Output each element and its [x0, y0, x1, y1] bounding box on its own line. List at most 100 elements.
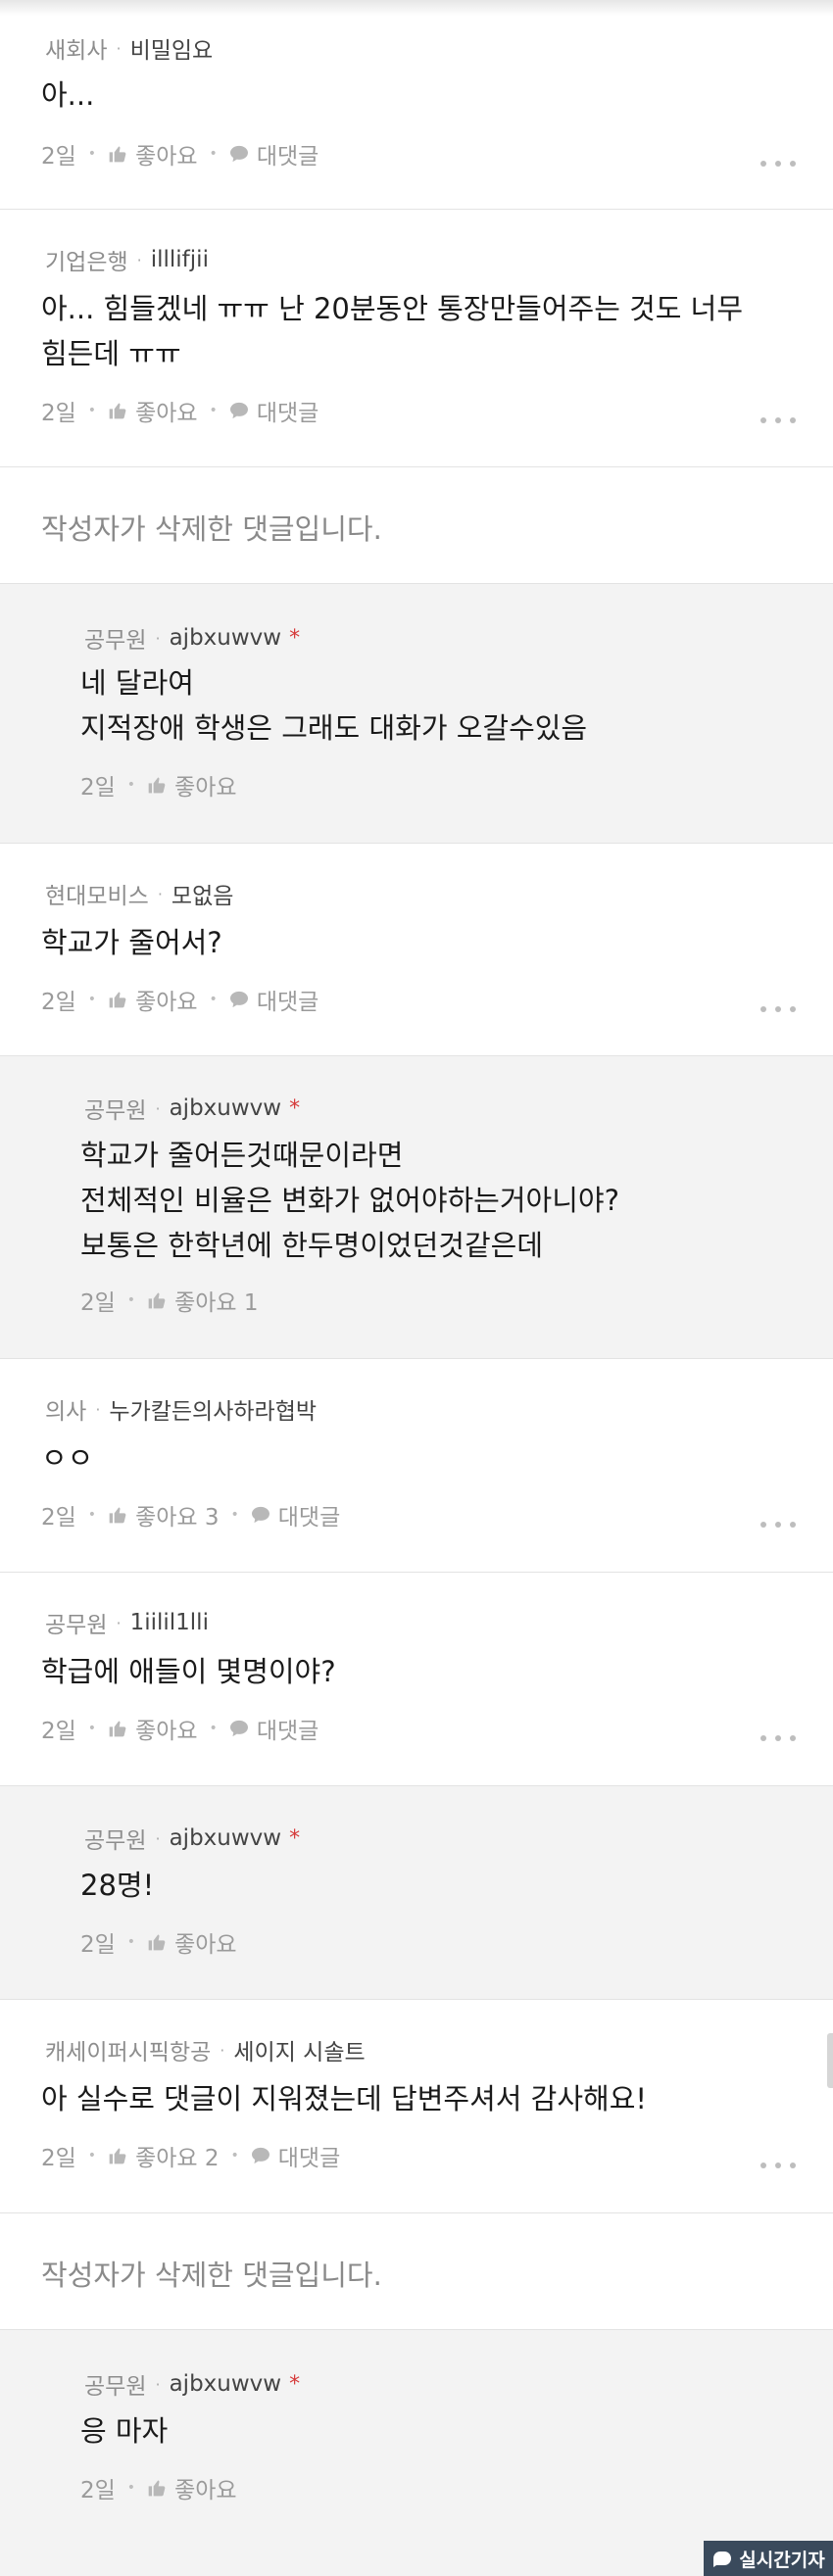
comment: 현대모비스 · 모없음 학교가 줄어서? 2일 • 좋아요 • 대댓글	[0, 844, 833, 1056]
comment-actions: 2일 • 좋아요 1	[80, 1284, 259, 1317]
reply-button[interactable]: 대댓글	[229, 983, 318, 1016]
comment-text: 아...	[41, 78, 95, 112]
author-star: *	[289, 625, 301, 651]
comment-meta: 현대모비스 · 모없음	[45, 877, 233, 910]
comment-text: 아 실수로 댓글이 지워졌는데 답변주셔서 감사해요!	[41, 2082, 647, 2115]
company-label: 현대모비스	[45, 884, 149, 909]
timestamp: 2일	[80, 1932, 116, 1958]
reply-comment: 공무원 · ajbxuwvw * 28명! 2일 • 좋아요	[0, 1786, 833, 2000]
company-label: 기업은행	[45, 250, 128, 275]
company-label: 새회사	[45, 38, 108, 64]
comment: 새회사 · 비밀임요 아... 2일 • 좋아요 • 대댓글	[0, 16, 833, 210]
thumbs-up-icon	[109, 992, 126, 1008]
timestamp: 2일	[41, 401, 76, 426]
thumbs-up-icon	[109, 2148, 126, 2164]
thumbs-up-icon	[109, 1721, 126, 1737]
nickname[interactable]: ajbxuwvw	[170, 625, 282, 651]
timestamp: 2일	[41, 1719, 76, 1744]
reply-comment: 공무원 · ajbxuwvw * 응 마자 2일 • 좋아요	[0, 2330, 833, 2576]
comment-text: 아... 힘들겠네 ㅠㅠ 난 20분동안 통장만들어주는 것도 너무 힘든데 ㅠ…	[41, 292, 744, 370]
timestamp: 2일	[41, 1505, 76, 1531]
nickname[interactable]: 누가칼든의사하라협박	[109, 1392, 317, 1426]
like-button[interactable]: 좋아요	[108, 137, 198, 170]
nickname[interactable]: 세이지 시솔트	[233, 2033, 365, 2066]
nickname[interactable]: ajbxuwvw	[170, 2371, 282, 2397]
company-label: 공무원	[84, 628, 147, 654]
comment-actions: 2일 • 좋아요 • 대댓글	[41, 1712, 318, 1745]
author-star: *	[289, 2371, 301, 2397]
comment: 캐세이퍼시픽항공 · 세이지 시솔트 아 실수로 댓글이 지워졌는데 답변주셔서…	[0, 2000, 833, 2213]
comment-text: 28명!	[80, 1869, 155, 1902]
reporter-logo-icon	[713, 2552, 732, 2567]
nickname[interactable]: 비밀임요	[130, 31, 214, 65]
like-button[interactable]: 좋아요	[147, 1925, 237, 1959]
like-button[interactable]: 좋아요	[147, 2471, 237, 2504]
comment-meta: 공무원 · ajbxuwvw *	[84, 2367, 300, 2401]
comment-actions: 2일 • 좋아요 • 대댓글	[41, 983, 318, 1016]
timestamp: 2일	[41, 990, 76, 1015]
deleted-comment: 작성자가 삭제한 댓글입니다.	[0, 2213, 833, 2330]
comment-actions: 2일 • 좋아요	[80, 2471, 237, 2504]
comment-meta: 캐세이퍼시픽항공 · 세이지 시솔트	[45, 2033, 366, 2066]
more-dots-icon[interactable]	[760, 1522, 796, 1530]
nickname[interactable]: 1iilil1lli	[130, 1610, 209, 1635]
reply-button[interactable]: 대댓글	[229, 137, 318, 170]
nickname[interactable]: 모없음	[172, 877, 233, 910]
more-dots-icon[interactable]	[760, 161, 796, 169]
comment-text: 네 달라여 지적장애 학생은 그래도 대화가 오갈수있음	[80, 666, 588, 745]
like-button[interactable]: 좋아요	[108, 1712, 198, 1745]
reply-comment: 공무원 · ajbxuwvw * 학교가 줄어든것때문이라면 전체적인 비율은 …	[0, 1056, 833, 1359]
more-dots-icon[interactable]	[760, 1006, 796, 1014]
like-button[interactable]: 좋아요	[108, 983, 198, 1016]
like-button[interactable]: 좋아요 2	[108, 2139, 220, 2172]
comment-meta: 공무원 · ajbxuwvw *	[84, 1822, 300, 1855]
deleted-comment: 작성자가 삭제한 댓글입니다.	[0, 467, 833, 584]
reply-comment: 공무원 · ajbxuwvw * 네 달라여 지적장애 학생은 그래도 대화가 …	[0, 584, 833, 844]
company-label: 공무원	[84, 1828, 147, 1854]
comment-meta: 기업은행 · illlifjii	[45, 243, 209, 276]
nickname[interactable]: illlifjii	[151, 247, 209, 272]
speech-bubble-icon	[251, 1506, 270, 1524]
like-button[interactable]: 좋아요	[108, 394, 198, 427]
nickname[interactable]: ajbxuwvw	[170, 1095, 282, 1121]
speech-bubble-icon	[229, 1720, 248, 1737]
thumbs-up-icon	[109, 146, 126, 163]
like-button[interactable]: 좋아요	[147, 768, 237, 802]
deleted-message: 작성자가 삭제한 댓글입니다.	[41, 2259, 382, 2292]
reply-button[interactable]: 대댓글	[229, 1712, 318, 1745]
author-star: *	[289, 1095, 301, 1121]
comment-actions: 2일 • 좋아요 • 대댓글	[41, 137, 318, 170]
more-dots-icon[interactable]	[760, 2163, 796, 2170]
comment-actions: 2일 • 좋아요	[80, 1925, 237, 1959]
deleted-message: 작성자가 삭제한 댓글입니다.	[41, 512, 382, 546]
comment-meta: 공무원 · 1iilil1lli	[45, 1606, 209, 1639]
comment-meta: 의사 · 누가칼든의사하라협박	[45, 1392, 317, 1426]
scroll-indicator	[827, 2033, 833, 2088]
watermark-logo: 실시간기자	[704, 2541, 833, 2576]
comment-actions: 2일 • 좋아요	[80, 768, 237, 802]
timestamp: 2일	[80, 775, 116, 801]
like-button[interactable]: 좋아요 1	[147, 1284, 259, 1317]
reply-button[interactable]: 대댓글	[251, 1498, 340, 1531]
comment-text: 학교가 줄어든것때문이라면 전체적인 비율은 변화가 없어야하는거아니야? 보통…	[80, 1139, 619, 1262]
comment: 기업은행 · illlifjii 아... 힘들겠네 ㅠㅠ 난 20분동안 통장…	[0, 210, 833, 467]
thumbs-up-icon	[148, 2480, 166, 2497]
company-label: 공무원	[84, 2374, 147, 2400]
like-button[interactable]: 좋아요 3	[108, 1498, 220, 1531]
reply-button[interactable]: 대댓글	[229, 394, 318, 427]
timestamp: 2일	[41, 2146, 76, 2171]
company-label: 공무원	[45, 1613, 108, 1638]
reply-button[interactable]: 대댓글	[251, 2139, 340, 2172]
nickname[interactable]: ajbxuwvw	[170, 1825, 282, 1851]
comment-text: ㅇㅇ	[41, 1441, 94, 1475]
timestamp: 2일	[80, 2478, 116, 2503]
company-label: 캐세이퍼시픽항공	[45, 2040, 212, 2066]
speech-bubble-icon	[229, 145, 248, 163]
comment-text: 학교가 줄어서?	[41, 926, 222, 959]
comment: 의사 · 누가칼든의사하라협박 ㅇㅇ 2일 • 좋아요 3 • 대댓글	[0, 1359, 833, 1573]
more-dots-icon[interactable]	[760, 417, 796, 425]
more-dots-icon[interactable]	[760, 1735, 796, 1743]
comment-actions: 2일 • 좋아요 3 • 대댓글	[41, 1498, 340, 1531]
comment-actions: 2일 • 좋아요 2 • 대댓글	[41, 2139, 340, 2172]
speech-bubble-icon	[229, 402, 248, 419]
